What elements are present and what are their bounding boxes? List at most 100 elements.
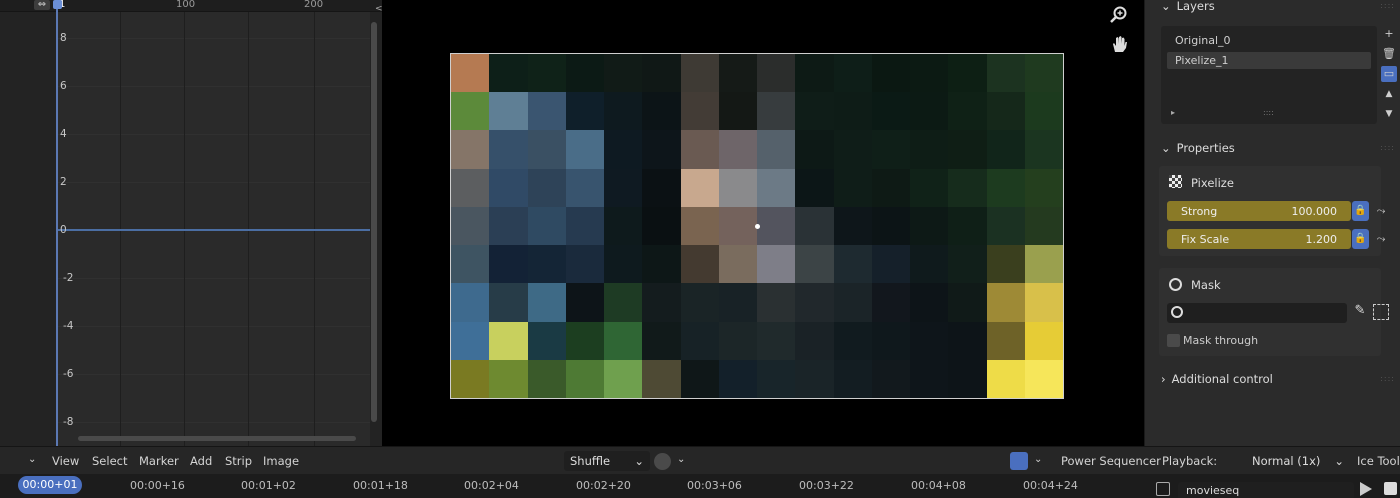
visibility-checkbox[interactable] [1384, 482, 1397, 495]
strip-name-field[interactable]: movieseq [1178, 482, 1354, 498]
pixel-block [565, 321, 604, 360]
add-layer-icon[interactable]: + [1381, 26, 1397, 42]
pivot-point [755, 224, 760, 229]
pixel-block [948, 206, 987, 246]
swap-icon[interactable]: ⇔ [34, 0, 50, 10]
pencil-icon[interactable]: ✎ [1351, 303, 1369, 323]
menu-view[interactable]: View [52, 454, 79, 468]
y-label: -4 [63, 320, 74, 332]
move-down-icon[interactable]: ▼ [1381, 106, 1397, 122]
pixel-block [451, 54, 490, 93]
menu-strip[interactable]: Strip [225, 454, 252, 468]
grid-line [56, 86, 370, 87]
mask-field[interactable] [1167, 303, 1347, 323]
keyframe-icon[interactable]: ⤳ [1373, 201, 1389, 221]
shuffle-dropdown[interactable]: Shuffle ⌄ [564, 451, 650, 471]
pixel-block [718, 321, 757, 360]
shuffle-label: Shuffle [570, 454, 611, 468]
grip-icon[interactable]: :::: [1380, 143, 1395, 152]
snap-icon[interactable] [654, 453, 671, 470]
graph-editor[interactable]: 1 100 200 ⇔ 8 6 4 2 0 -2 -4 -6 -8 <> [0, 0, 390, 446]
additional-control-header[interactable]: › Additional control :::: [1145, 368, 1400, 390]
strip-type-icon [1156, 482, 1170, 496]
pixel-block [795, 206, 834, 246]
menu-select[interactable]: Select [92, 454, 127, 468]
display-icon[interactable]: ▭ [1381, 66, 1397, 82]
lock-icon[interactable]: 🔒 [1352, 201, 1369, 221]
pixel-block [986, 245, 1025, 284]
pixel-block [833, 321, 872, 360]
pixel-block [489, 206, 528, 246]
preview-area[interactable] [382, 0, 1144, 446]
pixel-block [910, 283, 949, 322]
ice-tools-menu[interactable]: Ice Tools [1357, 454, 1400, 468]
pixel-block [604, 92, 643, 131]
mute-icon[interactable] [1360, 482, 1372, 496]
pixel-block [757, 130, 796, 169]
pixel-block [948, 321, 987, 360]
chevron-down-icon: ⌄ [1334, 454, 1344, 468]
menu-marker[interactable]: Marker [139, 454, 179, 468]
playback-dropdown[interactable]: Normal (1x) ⌄ [1248, 451, 1344, 471]
layers-panel-header[interactable]: ⌄ Layers :::: [1145, 0, 1400, 17]
pixel-block [642, 130, 681, 169]
horizontal-scrollbar[interactable] [78, 436, 356, 441]
y-label: 4 [60, 128, 67, 140]
pixel-block [833, 168, 872, 207]
playhead-line[interactable] [56, 0, 58, 446]
fix-scale-slider[interactable]: Fix Scale 1.200 [1167, 229, 1351, 249]
select-box-icon[interactable] [1373, 304, 1389, 320]
menu-add[interactable]: Add [190, 454, 212, 468]
chevron-down-icon[interactable]: ⌄ [1034, 454, 1042, 465]
pixel-block [795, 283, 834, 322]
pixel-block [833, 283, 872, 322]
power-sequencer-menu[interactable]: Power Sequencer [1061, 454, 1161, 468]
menu-image[interactable]: Image [263, 454, 299, 468]
pixel-block [718, 206, 757, 246]
lock-icon[interactable]: 🔒 [1352, 229, 1369, 249]
current-frame-indicator[interactable]: 00:00+01 [18, 476, 82, 494]
playhead-handle[interactable] [53, 0, 62, 9]
pixel-block [910, 54, 949, 93]
move-up-icon[interactable]: ▲ [1381, 86, 1397, 102]
hand-icon[interactable] [1109, 34, 1129, 54]
layers-list[interactable]: Original_0 Pixelize_1 ▸ :::: [1161, 26, 1377, 124]
pixel-block [910, 206, 949, 246]
pixel-block [451, 130, 490, 169]
layer-item-selected[interactable]: Pixelize_1 [1167, 52, 1371, 69]
pixel-block [1024, 359, 1063, 398]
chevron-down-icon[interactable]: ⌄ [677, 454, 685, 465]
expand-icon[interactable]: ▸ [1171, 108, 1175, 117]
pixel-block [986, 321, 1025, 360]
grip-icon[interactable]: :::: [1380, 1, 1395, 10]
pixel-block [604, 54, 643, 93]
overlay-toggle-icon[interactable] [1010, 452, 1028, 470]
pixel-block [565, 359, 604, 398]
timeline-mark: 00:03+22 [799, 479, 854, 492]
pixel-block [986, 168, 1025, 207]
pixel-block [833, 54, 872, 93]
grid-line [56, 326, 370, 327]
pixel-block [871, 245, 910, 284]
timeline-ruler[interactable]: 00:00+01 00:00+16 00:01+02 00:01+18 00:0… [0, 474, 1400, 498]
properties-panel-header[interactable]: ⌄ Properties :::: [1145, 137, 1400, 159]
strong-slider[interactable]: Strong 100.000 [1167, 201, 1351, 221]
grip-icon[interactable]: :::: [1380, 374, 1395, 383]
resize-grip-icon[interactable]: :::: [1263, 108, 1274, 117]
grid-line [56, 134, 370, 135]
vertical-scrollbar[interactable] [371, 22, 377, 422]
keyframe-icon[interactable]: ⤳ [1373, 229, 1389, 249]
chevron-down-icon: ⌄ [1161, 0, 1171, 13]
pixel-block [910, 92, 949, 131]
pixel-block [527, 130, 566, 169]
mask-through-checkbox[interactable] [1167, 334, 1180, 347]
video-editor-window: { "graph": { "ruler_marks": ["1", "100",… [0, 0, 1400, 498]
pixel-block [489, 92, 528, 131]
zoom-icon[interactable] [1109, 5, 1129, 25]
editor-type-chevron-icon[interactable]: ⌄ [28, 454, 36, 465]
pixel-block [871, 92, 910, 131]
pixel-block [795, 54, 834, 93]
layer-item[interactable]: Original_0 [1167, 32, 1371, 49]
trash-icon[interactable]: 🗑 [1381, 46, 1397, 62]
pixel-block [948, 92, 987, 131]
